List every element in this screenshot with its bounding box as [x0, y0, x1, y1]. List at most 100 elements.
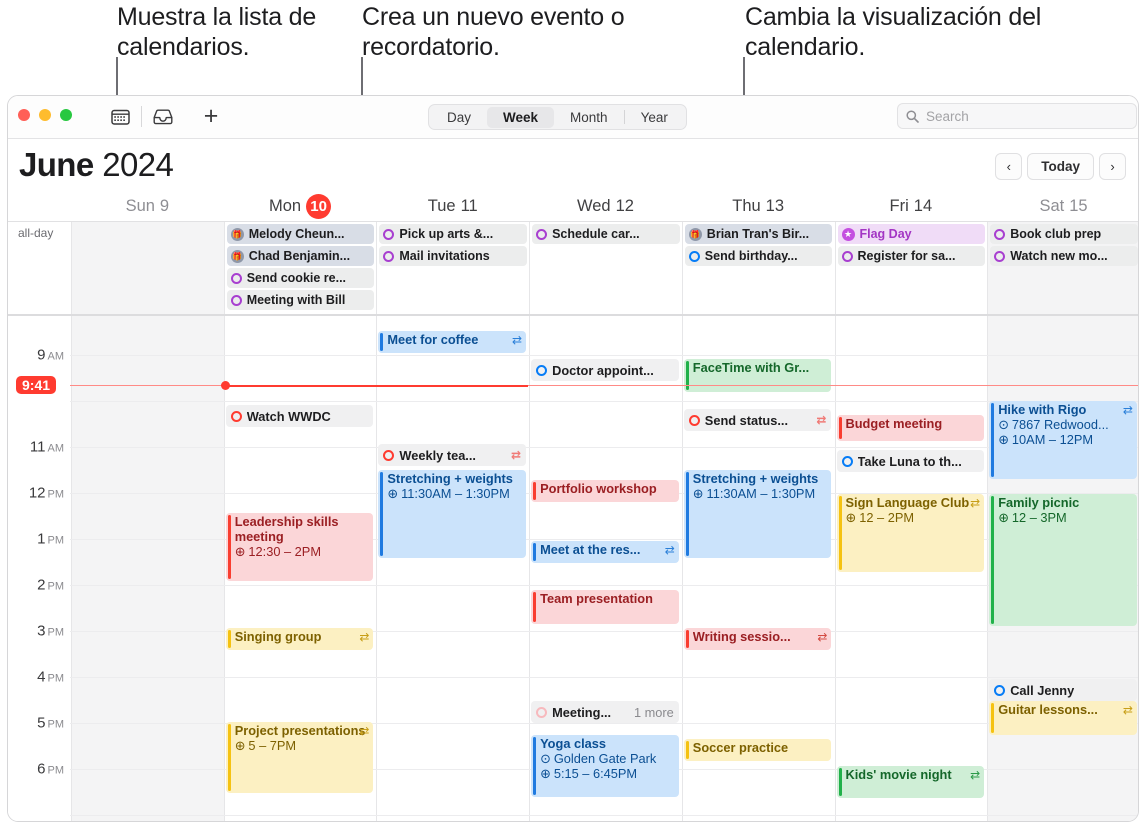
inbox-icon[interactable] [150, 105, 175, 128]
repeat-icon: ⇄ [359, 630, 370, 644]
calendar-event[interactable]: Guitar lessons... ⇄ [989, 701, 1137, 735]
calendar-event[interactable]: Hike with Rigo ⊙ 7867 Redwood... ⊕ 10AM – 12… [989, 401, 1137, 479]
all-day-column-fri[interactable]: ★ Flag Day Register for sa... [834, 222, 988, 314]
reminder-item[interactable]: Weekly tea... ⇄ [378, 444, 527, 466]
day-header-tue[interactable]: Tue 11 [376, 191, 529, 221]
all-day-chip[interactable]: Meeting with Bill [226, 290, 375, 310]
calendar-event[interactable]: Sign Language Club ⊕ 12 – 2PM ⇄ [836, 494, 985, 572]
all-day-chip[interactable]: Mail invitations [379, 246, 528, 266]
view-tab-month[interactable]: Month [554, 107, 624, 128]
event-color-bar [227, 630, 231, 648]
time-grid[interactable]: 9 AM 11 AM 12 PM 1 PM 2 PM 3 PM 4 PM 5 PM 6 PM Watch WWDC… [8, 316, 1138, 821]
event-body: Singing group [235, 629, 371, 644]
calendar-event[interactable]: Budget meeting [836, 415, 985, 441]
all-day-column-thu[interactable]: 🎁 Brian Tran's Bir... Send birthday... [681, 222, 835, 314]
title-year: 2024 [102, 146, 174, 183]
all-day-chip[interactable]: Book club prep [990, 224, 1138, 244]
close-window-button[interactable] [18, 109, 30, 121]
calendar-event[interactable]: Soccer practice [683, 739, 832, 761]
calendar-event[interactable]: Family picnic ⊕ 12 – 3PM [989, 494, 1137, 626]
all-day-chip[interactable]: 🎁 Chad Benjamin... [226, 246, 375, 266]
event-time-text: 12:30 – 2PM [248, 544, 321, 559]
all-day-column-sat[interactable]: Book club prep Watch new mo... [987, 222, 1138, 314]
more-events-label[interactable]: 1 more [628, 705, 674, 720]
all-day-chip-label: Send birthday... [704, 249, 798, 263]
repeat-icon: ⇄ [970, 496, 981, 510]
view-tab-year[interactable]: Year [625, 107, 684, 128]
day-header-sun[interactable]: Sun 9 [71, 191, 224, 221]
calendar-event[interactable]: Singing group ⇄ [225, 628, 374, 650]
all-day-column-sun[interactable] [71, 222, 224, 314]
all-day-chip[interactable]: 🎁 Brian Tran's Bir... [684, 224, 833, 244]
all-day-column-wed[interactable]: Schedule car... [529, 222, 682, 314]
reminder-item[interactable]: Call Jenny [989, 679, 1137, 701]
day-header-number: 15 [1069, 196, 1088, 215]
time-label-ampm: PM [47, 534, 65, 547]
calendar-event[interactable]: Kids' movie night ⇄ [836, 766, 985, 798]
calendar-event[interactable]: Writing sessio... ⇄ [683, 628, 832, 650]
calendar-event[interactable]: Team presentation [531, 590, 679, 624]
all-day-chip[interactable]: Watch new mo... [990, 246, 1138, 266]
all-day-chip[interactable]: Register for sa... [837, 246, 986, 266]
calendar-event[interactable]: Meet for coffee ⇄ [378, 331, 527, 353]
view-segmented-control[interactable]: Day Week Month Year [428, 104, 687, 130]
all-day-chip[interactable]: 🎁 Melody Cheun... [226, 224, 375, 244]
calendar-event[interactable]: Yoga class ⊙ Golden Gate Park ⊕ 5:15 – 6:45P… [531, 735, 679, 797]
day-header-fri[interactable]: Fri 14 [835, 191, 988, 221]
day-header-today-badge: 10 [306, 193, 332, 219]
time-label-ampm: AM [47, 350, 65, 363]
calendar-event[interactable]: Stretching + weights ⊕ 11:30AM – 1:30PM [378, 470, 527, 558]
day-header-thu[interactable]: Thu 13 [682, 191, 835, 221]
day-header-number: 9 [159, 196, 170, 215]
repeat-icon: ⇄ [816, 413, 827, 427]
time-label-hour: 6 [37, 760, 46, 778]
event-color-bar [838, 496, 842, 570]
reminder-item[interactable]: Watch WWDC [225, 405, 374, 427]
day-header-gutter [8, 191, 70, 221]
all-day-chip[interactable]: ★ Flag Day [837, 224, 986, 244]
event-body: Sign Language Club ⊕ 12 – 2PM [846, 495, 982, 525]
reminder-ring-red-icon [230, 410, 242, 422]
grid-column-sun[interactable] [71, 316, 224, 821]
search-input[interactable]: Search [897, 103, 1137, 129]
clock-icon: ⊕ [234, 738, 246, 753]
calendar-list-icon[interactable] [108, 105, 133, 128]
reminder-item[interactable]: Doctor appoint... [531, 359, 679, 381]
all-day-chip-label: Schedule car... [552, 227, 640, 241]
view-tab-week[interactable]: Week [487, 106, 555, 128]
time-label-ampm: PM [47, 672, 65, 685]
all-day-label: all-day [18, 226, 54, 240]
maximize-window-button[interactable] [60, 109, 72, 121]
new-event-button[interactable]: + [198, 104, 224, 129]
reminder-item[interactable]: Send status... ⇄ [683, 409, 832, 431]
all-day-column-mon[interactable]: 🎁 Melody Cheun... 🎁 Chad Benjamin... Send co… [223, 222, 377, 314]
event-title: Project presentations [234, 723, 366, 738]
previous-week-button[interactable]: ‹ [995, 153, 1023, 180]
event-time-text: 5 – 7PM [248, 738, 297, 753]
calendar-event[interactable]: Portfolio workshop [531, 480, 679, 502]
day-header-mon[interactable]: Mon 10 [224, 191, 377, 221]
reminder-item[interactable]: Meeting... 1 more [531, 701, 679, 723]
day-header-wed[interactable]: Wed 12 [529, 191, 682, 221]
calendar-event[interactable]: FaceTime with Gr... [683, 359, 832, 392]
calendar-event[interactable]: Leadership skills meeting ⊕ 12:30 – 2PM [225, 513, 374, 581]
all-day-chip[interactable]: Pick up arts &... [379, 224, 528, 244]
event-body: Yoga class ⊙ Golden Gate Park ⊕ 5:15 – 6:45P… [540, 736, 676, 781]
calendar-event[interactable]: Meet at the res... ⇄ [531, 541, 679, 563]
calendar-event[interactable]: Stretching + weights ⊕ 11:30AM – 1:30PM [683, 470, 832, 558]
all-day-chip[interactable]: Schedule car... [532, 224, 680, 244]
reminder-item[interactable]: Take Luna to th... [836, 450, 985, 472]
time-label-hour: 3 [37, 622, 46, 640]
minimize-window-button[interactable] [39, 109, 51, 121]
day-header-sat[interactable]: Sat 15 [987, 191, 1138, 221]
calendar-event[interactable]: Project presentations ⊕ 5 – 7PM ⇄ [225, 722, 374, 793]
grid-column-tue[interactable] [376, 316, 529, 821]
all-day-column-tue[interactable]: Pick up arts &... Mail invitations [376, 222, 529, 314]
today-button[interactable]: Today [1027, 153, 1094, 180]
all-day-chip[interactable]: Send birthday... [684, 246, 833, 266]
event-title: Leadership skills meeting [234, 514, 339, 544]
next-week-button[interactable]: › [1099, 153, 1126, 180]
view-tab-day[interactable]: Day [431, 107, 487, 128]
event-title: Family picnic [998, 495, 1080, 510]
all-day-chip[interactable]: Send cookie re... [226, 268, 375, 288]
